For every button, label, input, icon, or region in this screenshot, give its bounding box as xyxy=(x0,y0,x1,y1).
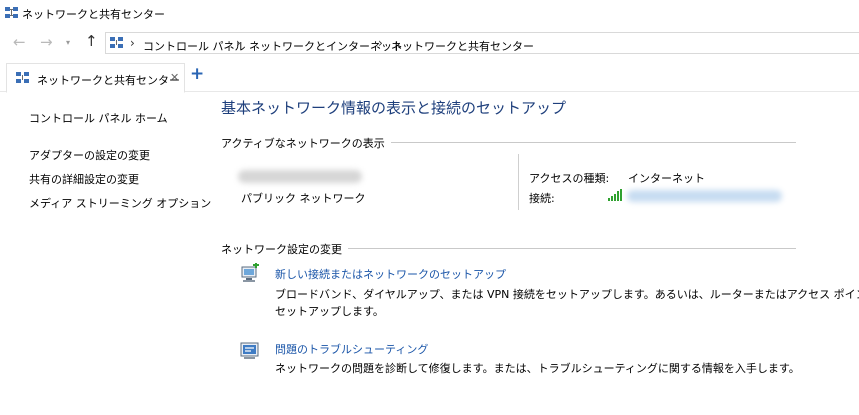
setup-new-connection-description-line1: ブロードバンド、ダイヤルアップ、または VPN 接続をセットアップします。あるい… xyxy=(275,288,859,301)
network-name-redacted xyxy=(238,170,362,183)
wifi-signal-icon xyxy=(608,189,624,201)
troubleshoot-problems-description: ネットワークの問題を診断して修復します。または、トラブルシューティングに関する情… xyxy=(275,362,800,375)
back-arrow-icon[interactable]: ← xyxy=(13,35,26,50)
tab-bar: ネットワークと共有センター ✕ xyxy=(0,60,859,93)
new-tab-plus-icon[interactable]: + xyxy=(190,66,204,83)
forward-arrow-icon[interactable]: → xyxy=(40,35,53,50)
window-title: ネットワークと共有センター xyxy=(22,8,165,21)
setup-new-connection-description-line2: セットアップします。 xyxy=(275,305,384,318)
breadcrumb-separator-icon[interactable]: › xyxy=(378,36,383,50)
access-type-label: アクセスの種類: xyxy=(529,172,610,185)
page-title: 基本ネットワーク情報の表示と接続のセットアップ xyxy=(221,99,567,117)
address-bar[interactable]: › コントロール パネル › ネットワークとインターネット › ネットワークと共… xyxy=(105,32,859,54)
network-center-icon xyxy=(5,7,18,18)
access-type-value: インターネット xyxy=(628,172,705,185)
breadcrumb-control-panel[interactable]: コントロール パネル xyxy=(143,38,246,54)
troubleshoot-problems-link[interactable]: 問題のトラブルシューティング xyxy=(275,341,428,357)
connection-label: 接続: xyxy=(529,192,555,205)
change-settings-section-label: ネットワーク設定の変更 xyxy=(221,241,348,257)
connection-name-redacted-link[interactable] xyxy=(627,190,782,202)
setup-new-connection-link[interactable]: 新しい接続またはネットワークのセットアップ xyxy=(275,266,506,282)
breadcrumb-separator-icon[interactable]: › xyxy=(236,36,241,50)
change-adapter-settings-link[interactable]: アダプターの設定の変更 xyxy=(29,147,150,163)
network-center-icon xyxy=(16,72,29,83)
tab-label: ネットワークと共有センター xyxy=(37,74,180,87)
breadcrumb-network-sharing-center[interactable]: ネットワークと共有センター xyxy=(391,38,534,54)
breadcrumb-separator-icon[interactable]: › xyxy=(130,36,135,50)
media-streaming-options-link[interactable]: メディア ストリーミング オプション xyxy=(29,195,211,211)
up-arrow-icon[interactable]: ↑ xyxy=(85,34,98,49)
recent-locations-chevron-icon[interactable]: ▾ xyxy=(66,38,70,47)
left-pane: コントロール パネル ホーム アダプターの設定の変更 共有の詳細設定の変更 メデ… xyxy=(0,92,211,415)
title-bar: ネットワークと共有センター xyxy=(0,0,859,26)
control-panel-location-icon xyxy=(110,37,123,48)
network-type-label: パブリック ネットワーク xyxy=(241,192,366,205)
active-networks-section-label: アクティブなネットワークの表示 xyxy=(221,135,391,151)
close-tab-icon[interactable]: ✕ xyxy=(170,71,179,84)
change-advanced-sharing-link[interactable]: 共有の詳細設定の変更 xyxy=(29,171,139,187)
tab-network-sharing-center[interactable]: ネットワークと共有センター ✕ xyxy=(6,63,185,93)
control-panel-home-link[interactable]: コントロール パネル ホーム xyxy=(29,110,168,126)
vertical-divider xyxy=(518,154,519,210)
new-connection-setup-icon xyxy=(241,263,259,282)
troubleshoot-icon xyxy=(240,342,259,359)
